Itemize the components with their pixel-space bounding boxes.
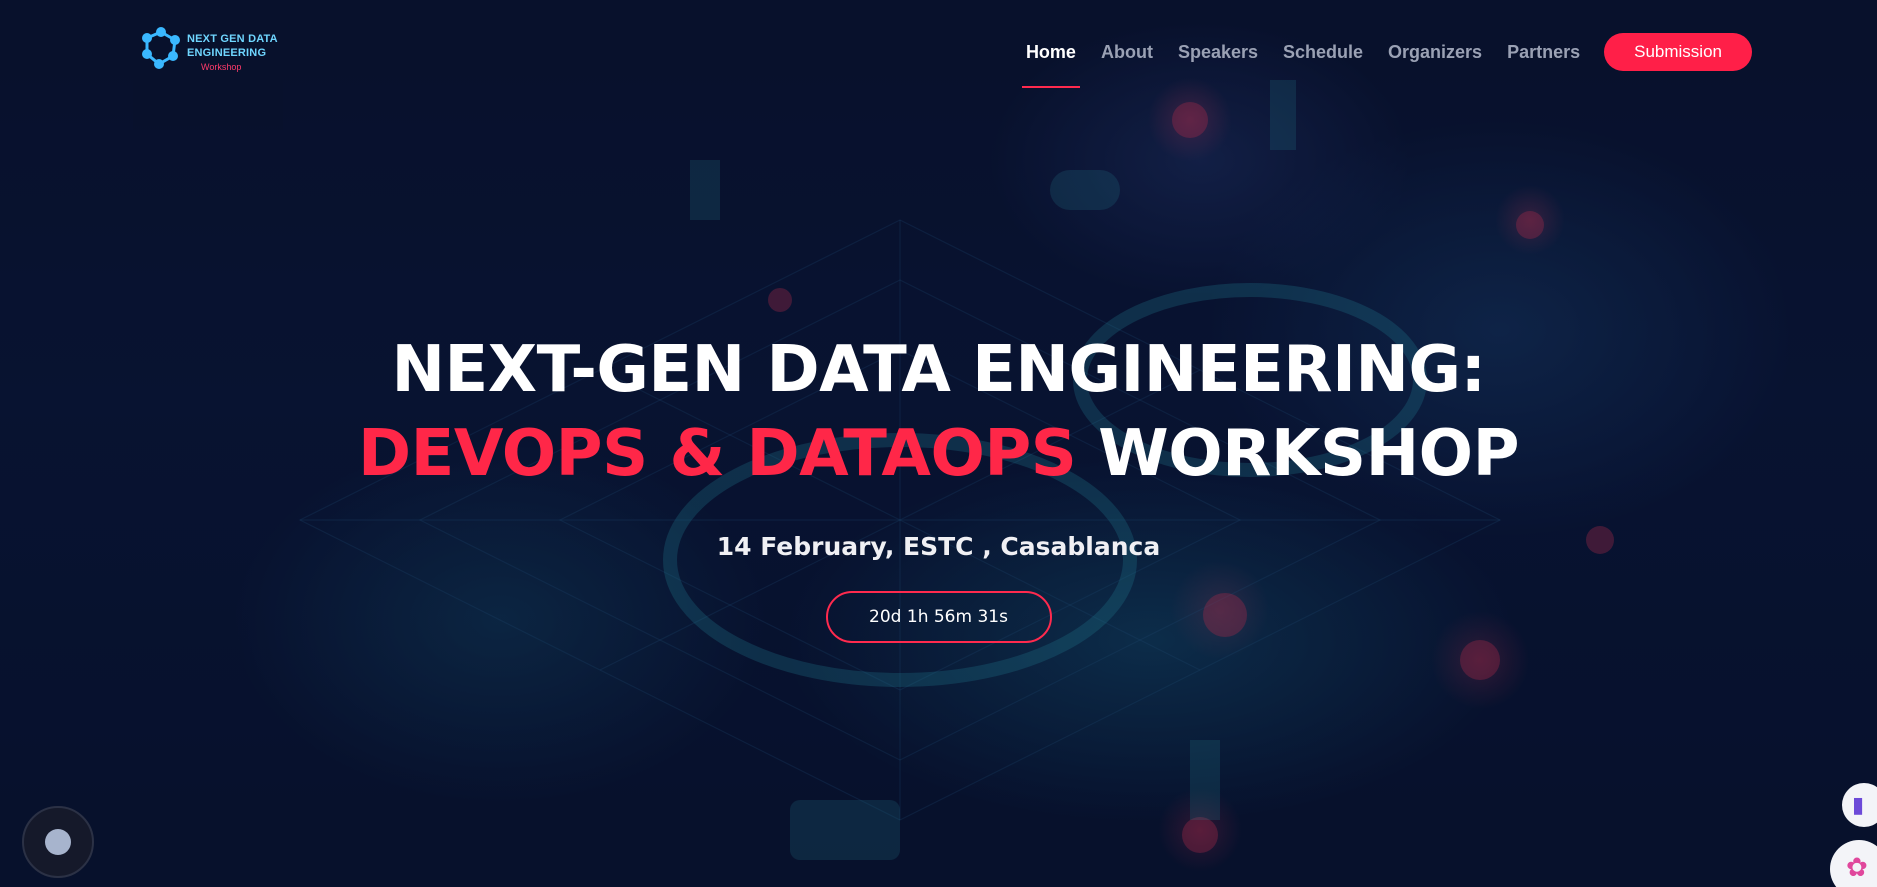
nav-item-organizers[interactable]: Organizers: [1388, 42, 1482, 63]
logo-title-line1: NEXT GEN DATA: [187, 33, 278, 45]
circle-dot-icon: [45, 829, 71, 855]
event-date-location: 14 February, ESTC , Casablanca: [716, 532, 1161, 561]
nav-item-about[interactable]: About: [1101, 42, 1153, 63]
main-nav: Home About Speakers Schedule Organizers …: [1001, 32, 1752, 88]
hero-section: NEXT-GEN DATA ENGINEERING: DEVOPS & DATA…: [0, 328, 1877, 643]
nav-item-home[interactable]: Home: [1021, 42, 1080, 88]
countdown-timer: 20d 1h 56m 31s: [825, 591, 1052, 643]
logo-subtitle: Workshop: [201, 62, 242, 72]
nav-item-speakers[interactable]: Speakers: [1178, 42, 1258, 63]
nav-item-schedule[interactable]: Schedule: [1283, 42, 1363, 63]
logo-title-line2: ENGINEERING: [187, 47, 267, 59]
network-nodes-icon: [142, 27, 180, 69]
hero-title-accent: DEVOPS & DATAOPS: [358, 417, 1077, 491]
hero-title-rest: WORKSHOP: [1076, 417, 1519, 491]
logo-text: NEXT GEN DATA ENGINEERING Workshop: [187, 32, 278, 72]
brain-icon: ✿: [1846, 852, 1868, 882]
accessibility-widget-button[interactable]: [22, 806, 94, 878]
hero-title-line1: NEXT-GEN DATA ENGINEERING:: [391, 333, 1486, 407]
book-icon: ▮: [1852, 792, 1865, 817]
nav-item-partners[interactable]: Partners: [1507, 42, 1580, 63]
submission-button[interactable]: Submission: [1604, 33, 1752, 71]
site-logo[interactable]: NEXT GEN DATA ENGINEERING Workshop: [133, 0, 283, 130]
hero-title: NEXT-GEN DATA ENGINEERING: DEVOPS & DATA…: [0, 328, 1877, 496]
